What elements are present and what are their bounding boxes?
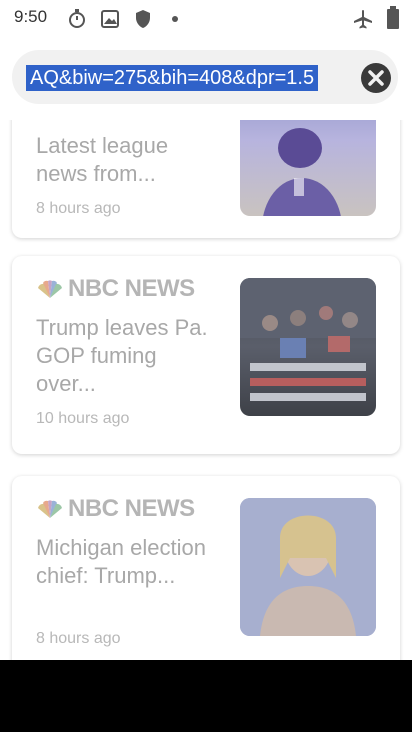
news-thumbnail bbox=[240, 498, 376, 636]
news-source-label: NBC NEWS bbox=[68, 275, 195, 302]
news-time: 10 hours ago bbox=[36, 410, 130, 427]
news-source: NBC NEWS bbox=[36, 495, 195, 522]
news-time: 8 hours ago bbox=[36, 630, 121, 647]
news-headline: Trump leaves Pa. GOP fuming over... bbox=[36, 315, 208, 396]
navigation-bar-area bbox=[0, 660, 412, 732]
battery-icon bbox=[387, 6, 399, 29]
nbc-peacock-icon bbox=[38, 280, 62, 298]
news-thumbnail bbox=[240, 278, 376, 416]
nbc-peacock-icon bbox=[38, 500, 62, 518]
status-time: 9:50 bbox=[14, 7, 48, 26]
news-card[interactable]: NBC NEWS Michigan election chief: Trump.… bbox=[12, 476, 400, 660]
news-feed: Latest league news from... 8 hours ago N… bbox=[0, 120, 412, 660]
news-headline: Latest league news from... bbox=[36, 133, 169, 186]
shield-icon bbox=[136, 10, 150, 28]
news-headline: Michigan election chief: Trump... bbox=[36, 535, 206, 588]
notification-dot-icon bbox=[172, 16, 178, 22]
stopwatch-icon bbox=[69, 9, 85, 28]
news-source-label: NBC NEWS bbox=[68, 495, 195, 522]
news-thumbnail bbox=[240, 120, 376, 216]
news-source: NBC NEWS bbox=[36, 275, 195, 302]
status-bar: 9:50 bbox=[0, 0, 412, 36]
news-card[interactable]: NBC NEWS Trump leaves Pa. GOP fuming ove… bbox=[12, 256, 400, 454]
url-input[interactable]: AQ&biw=275&bih=408&dpr=1.5 bbox=[12, 50, 398, 104]
url-text-selected[interactable]: AQ&biw=275&bih=408&dpr=1.5 bbox=[26, 65, 319, 91]
airplane-mode-icon bbox=[354, 10, 372, 29]
url-bar: AQ&biw=275&bih=408&dpr=1.5 bbox=[0, 36, 412, 120]
news-time: 8 hours ago bbox=[36, 200, 121, 217]
photos-icon bbox=[101, 10, 119, 28]
clear-icon[interactable] bbox=[358, 60, 394, 96]
news-card[interactable]: Latest league news from... 8 hours ago bbox=[12, 120, 400, 238]
